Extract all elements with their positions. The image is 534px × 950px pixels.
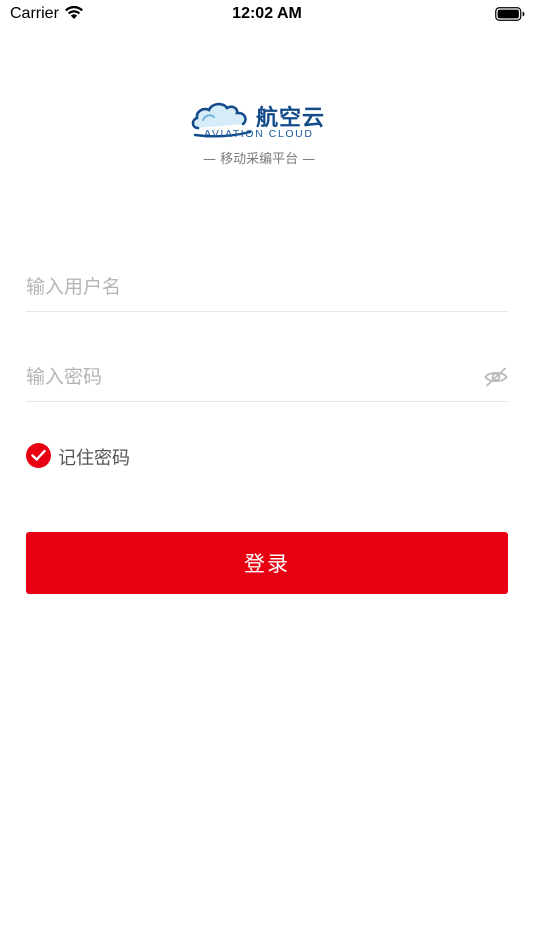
username-field [26, 262, 508, 312]
remember-password-label: 记住密码 [58, 448, 130, 469]
status-time: 12:02 AM [232, 5, 302, 22]
eye-slash-icon[interactable] [484, 366, 508, 388]
password-input[interactable] [26, 352, 466, 402]
brand-tagline: — 移动采编平台 — [203, 152, 316, 167]
password-field [26, 352, 508, 402]
login-button[interactable]: 登录 [26, 532, 508, 594]
username-input[interactable] [26, 262, 466, 312]
checkmark-icon [26, 443, 51, 468]
brand-name-en: AVIATION CLOUD [204, 128, 314, 140]
battery-icon [495, 6, 525, 21]
app-logo: 航空云 AVIATION CLOUD — 移动采编平台 — [190, 98, 342, 168]
status-bar: Carrier 12:02 AM [0, 0, 534, 28]
